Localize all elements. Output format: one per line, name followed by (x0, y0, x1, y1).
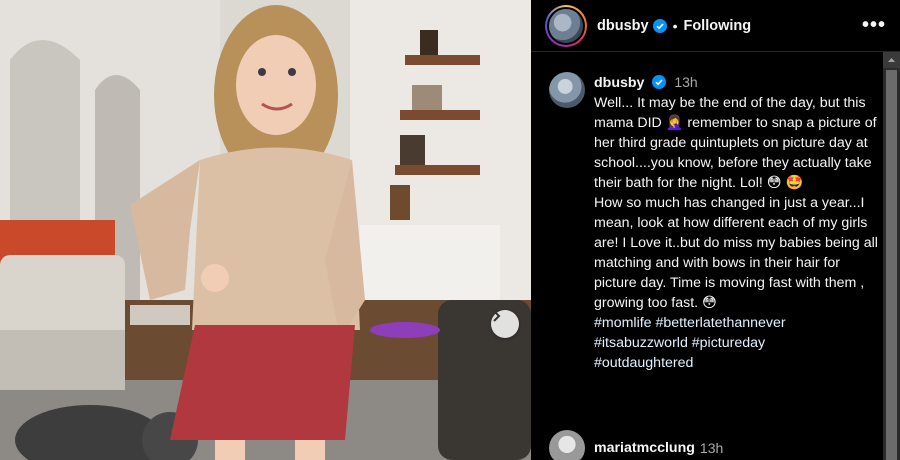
hashtags-line-3[interactable]: #outdaughtered (594, 355, 693, 371)
commenter-avatar[interactable] (549, 430, 585, 460)
hashtags-line-2[interactable]: #itsabuzzworld #pictureday (594, 335, 765, 351)
comment-item: mariatmcclung 13h (549, 430, 723, 460)
chevron-right-icon (493, 310, 501, 322)
more-options-icon[interactable]: ••• (862, 15, 886, 35)
header-separator: • (672, 17, 678, 34)
commenter-username[interactable]: mariatmcclung (594, 440, 695, 456)
comment-timestamp[interactable]: 13h (700, 440, 723, 456)
verified-badge-icon (652, 18, 667, 33)
author-avatar[interactable] (545, 4, 587, 47)
caption-paragraph-1: Well... It may be the end of the day, bu… (594, 95, 877, 191)
caption-username[interactable]: dbusby (594, 75, 644, 91)
post-header: dbusby • Following ••• (531, 0, 900, 52)
caption-paragraph-2: How so much has changed in just a year..… (594, 195, 878, 311)
author-username[interactable]: dbusby (597, 18, 649, 34)
caption-body: dbusby 13h Well... It may be the end of … (594, 72, 886, 373)
caption-avatar[interactable] (549, 72, 585, 108)
caption-verified-badge-icon (652, 75, 667, 89)
post-photo[interactable] (0, 0, 531, 460)
scroll-thumb[interactable] (886, 70, 897, 460)
hashtags-line-1[interactable]: #momlife #betterlatethannever (594, 315, 786, 331)
caption-timestamp[interactable]: 13h (674, 74, 697, 90)
following-button[interactable]: Following (683, 18, 751, 34)
next-photo-button[interactable] (491, 310, 519, 338)
photo-image (0, 0, 531, 460)
caption-text: Well... It may be the end of the day, bu… (594, 93, 886, 373)
scrollbar[interactable] (883, 52, 900, 460)
scroll-up-arrow-icon[interactable] (883, 52, 900, 68)
post-details-panel: dbusby • Following ••• dbusby 13h Well..… (531, 0, 900, 460)
